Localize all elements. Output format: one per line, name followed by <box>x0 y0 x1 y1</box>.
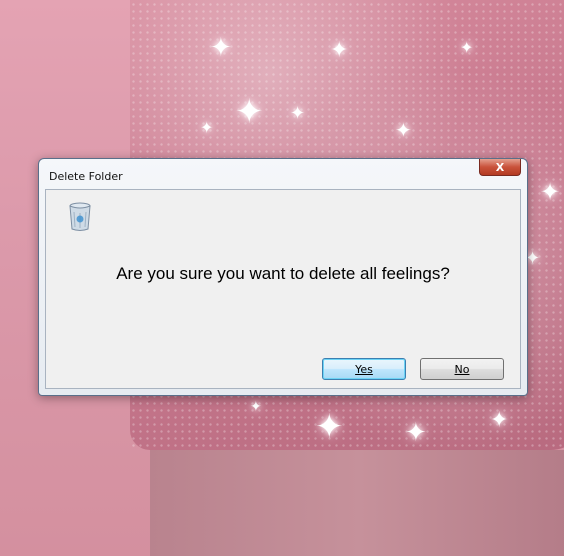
sparkle-icon: ✦ <box>315 407 344 447</box>
sparkle-icon: ✦ <box>330 38 349 63</box>
sparkle-icon: ✦ <box>290 103 306 124</box>
no-button[interactable]: No <box>420 358 504 380</box>
confirmation-message: Are you sure you want to delete all feel… <box>116 264 450 283</box>
sparkle-icon: ✦ <box>250 399 262 415</box>
sparkle-icon: ✦ <box>235 92 264 132</box>
close-button[interactable]: X <box>479 159 521 176</box>
legs <box>150 450 564 556</box>
sparkle-icon: ✦ <box>395 118 412 142</box>
no-button-label: No <box>454 362 470 376</box>
yes-button-label: Yes <box>355 362 373 376</box>
dialog-title: Delete Folder <box>49 169 123 183</box>
delete-folder-dialog: Delete Folder X Are you sure you want to… <box>38 158 528 396</box>
recycle-bin-icon <box>69 202 91 231</box>
close-icon: X <box>495 160 505 174</box>
sparkle-icon: ✦ <box>460 38 474 57</box>
sparkle-icon: ✦ <box>540 178 561 206</box>
dialog-content: Are you sure you want to delete all feel… <box>45 189 521 389</box>
yes-button[interactable]: Yes <box>322 358 406 380</box>
sparkle-icon: ✦ <box>490 408 509 433</box>
dialog-titlebar[interactable]: Delete Folder X <box>39 159 527 189</box>
sparkle-icon: ✦ <box>210 33 232 63</box>
sparkle-icon: ✦ <box>405 418 427 448</box>
sparkle-icon: ✦ <box>200 118 214 137</box>
